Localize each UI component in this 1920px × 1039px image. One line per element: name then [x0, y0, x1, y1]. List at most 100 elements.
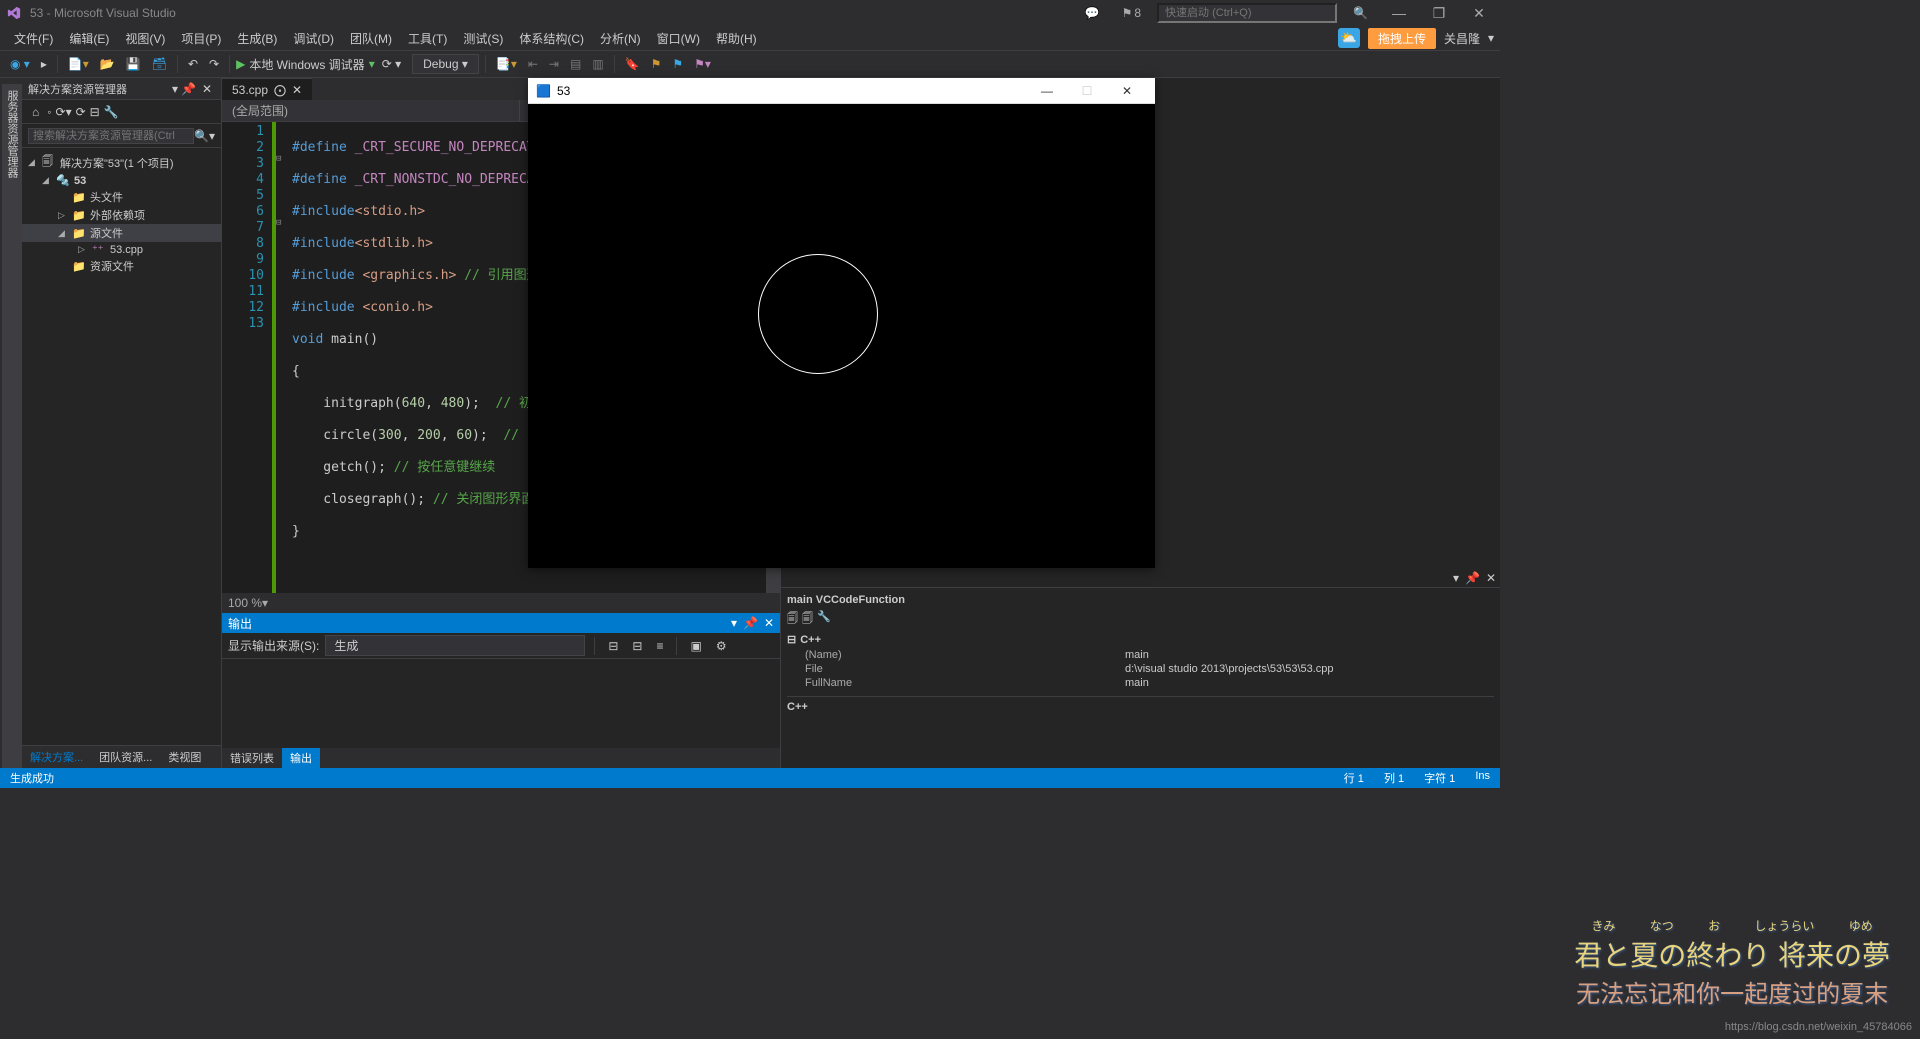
zoom-combo[interactable]: 100 %: [228, 596, 262, 610]
console-window[interactable]: 🟦 53 — ☐ ✕: [528, 78, 1155, 568]
output-wrap-icon[interactable]: ≡: [652, 637, 667, 655]
class-view-tab[interactable]: 类视图: [160, 746, 209, 768]
bookmark-button[interactable]: 🔖: [621, 55, 644, 73]
run-button[interactable]: ▶ 本地 Windows 调试器 ▾: [236, 56, 375, 73]
feedback-icon[interactable]: 💬: [1079, 4, 1106, 22]
solution-search-input[interactable]: [28, 128, 194, 144]
props-prop-icon[interactable]: 🔧: [817, 610, 831, 629]
uncomment-button[interactable]: ▥: [588, 55, 607, 73]
menu-project[interactable]: 项目(P): [173, 28, 229, 49]
console-close-button[interactable]: ✕: [1107, 84, 1147, 98]
close-button[interactable]: ✕: [1464, 5, 1494, 22]
config-combo[interactable]: Debug ▾: [412, 54, 479, 74]
props-dropdown-icon[interactable]: ▾: [1453, 571, 1459, 585]
props-row-name[interactable]: (Name)main: [787, 648, 1494, 662]
user-name[interactable]: 关昌隆: [1444, 30, 1480, 47]
properties-icon[interactable]: 🔧: [104, 105, 119, 119]
menu-team[interactable]: 团队(M): [342, 28, 400, 49]
save-all-button[interactable]: 🗃: [148, 55, 171, 73]
undo-button[interactable]: ↶: [184, 55, 202, 73]
menu-help[interactable]: 帮助(H): [708, 28, 765, 49]
upload-button[interactable]: 拖拽上传: [1368, 28, 1436, 49]
output-close-icon[interactable]: ✕: [764, 616, 774, 630]
props-row-fullname[interactable]: FullNamemain: [787, 676, 1494, 690]
solution-search-icon[interactable]: 🔍▾: [194, 129, 215, 143]
indent-out-button[interactable]: ⇤: [524, 55, 542, 73]
tree-resources[interactable]: 📁资源文件: [22, 257, 221, 275]
solution-tree[interactable]: ◢🗐解决方案"53"(1 个项目) ◢🔩53 📁头文件 ▷📁外部依赖项 ◢📁源文…: [22, 148, 221, 745]
bp-button-3[interactable]: ⚑▾: [690, 55, 715, 73]
menu-edit[interactable]: 编辑(E): [61, 28, 117, 49]
props-category-cpp[interactable]: ⊟C++: [787, 631, 1494, 648]
close-panel-icon[interactable]: ✕: [199, 82, 215, 96]
output-toggle-icon[interactable]: ⊟: [628, 637, 646, 655]
props-pin-icon[interactable]: 📌: [1465, 571, 1480, 585]
scope-combo[interactable]: (全局范围): [222, 100, 520, 121]
comment-button[interactable]: ▤: [566, 55, 585, 73]
menu-debug[interactable]: 调试(D): [285, 28, 342, 49]
team-tab[interactable]: 团队资源...: [91, 746, 160, 768]
notifications-icon[interactable]: ⚑8: [1116, 4, 1147, 22]
solution-tab[interactable]: 解决方案...: [22, 746, 91, 768]
close-tab-icon[interactable]: ✕: [292, 83, 302, 97]
save-button[interactable]: 💾: [122, 55, 145, 73]
output-source-combo[interactable]: 生成: [325, 635, 585, 656]
quick-launch-input[interactable]: [1157, 3, 1337, 23]
output-tab[interactable]: 输出: [282, 748, 320, 768]
tree-project[interactable]: ◢🔩53: [22, 173, 221, 188]
search-icon[interactable]: 🔍: [1347, 4, 1374, 22]
menu-build[interactable]: 生成(B): [229, 28, 285, 49]
menu-test[interactable]: 测试(S): [455, 28, 511, 49]
fold-column[interactable]: ⊟⊟: [276, 122, 288, 593]
sync-icon[interactable]: ⟳▾: [56, 105, 72, 119]
menu-file[interactable]: 文件(F): [6, 28, 61, 49]
home-icon[interactable]: ⌂: [28, 103, 43, 121]
props-cat-icon[interactable]: 🗐: [787, 610, 798, 629]
refresh-button[interactable]: ⟳ ▾: [378, 55, 405, 73]
new-project-button[interactable]: 📄▾: [64, 55, 93, 73]
user-dropdown-icon[interactable]: ▾: [1488, 31, 1494, 45]
tree-headers[interactable]: 📁头文件: [22, 188, 221, 206]
menu-arch[interactable]: 体系结构(C): [511, 28, 592, 49]
open-file-button[interactable]: 📂: [96, 55, 119, 73]
bp-button-1[interactable]: ⚑: [647, 55, 666, 73]
collapse-icon[interactable]: ⊟: [90, 105, 100, 119]
menu-tools[interactable]: 工具(T): [400, 28, 455, 49]
back-icon[interactable]: ◦: [47, 105, 51, 119]
props-row-file[interactable]: Filed:\visual studio 2013\projects\53\53…: [787, 662, 1494, 676]
minimize-button[interactable]: —: [1384, 5, 1414, 21]
tree-source-file[interactable]: ▷⁺⁺53.cpp: [22, 242, 221, 257]
console-maximize-button[interactable]: ☐: [1067, 84, 1107, 98]
step-button[interactable]: 📑▾: [492, 55, 521, 73]
output-cmd-icon[interactable]: ▣: [686, 637, 705, 655]
tree-solution-root[interactable]: ◢🗐解决方案"53"(1 个项目): [22, 152, 221, 173]
bp-button-2[interactable]: ⚑: [668, 55, 687, 73]
editor-tab-53cpp[interactable]: 53.cpp⨀✕: [222, 78, 312, 100]
props-close-icon[interactable]: ✕: [1486, 571, 1496, 585]
server-explorer-tab[interactable]: 服务器资源管理器: [2, 84, 22, 768]
output-panel: 输出 ▾ 📌 ✕ 显示输出来源(S): 生成 ⊟ ⊟ ≡ ▣ ⚙ 错误列表 输出: [222, 613, 780, 768]
refresh-solution-icon[interactable]: ⟳: [76, 105, 86, 119]
output-pin-icon[interactable]: 📌: [743, 616, 758, 630]
output-title: 输出: [228, 615, 731, 632]
output-body[interactable]: [222, 659, 780, 748]
tree-sources[interactable]: ◢📁源文件: [22, 224, 221, 242]
tree-external[interactable]: ▷📁外部依赖项: [22, 206, 221, 224]
menu-window[interactable]: 窗口(W): [649, 28, 708, 49]
restore-button[interactable]: ❐: [1424, 5, 1454, 22]
pin-tab-icon[interactable]: ⨀: [274, 83, 286, 97]
indent-in-button[interactable]: ⇥: [545, 55, 563, 73]
output-clear-icon[interactable]: ⊟: [604, 637, 622, 655]
menu-analyze[interactable]: 分析(N): [592, 28, 649, 49]
nav-fwd-button[interactable]: ▸: [37, 55, 51, 73]
redo-button[interactable]: ↷: [205, 55, 223, 73]
cloud-sync-icon[interactable]: ⛅: [1338, 28, 1360, 48]
console-minimize-button[interactable]: —: [1027, 84, 1067, 98]
error-list-tab[interactable]: 错误列表: [222, 748, 282, 768]
props-az-icon[interactable]: 🗐: [802, 610, 813, 629]
nav-back-button[interactable]: ◉ ▾: [6, 55, 34, 73]
output-dropdown-icon[interactable]: ▾: [731, 616, 737, 630]
output-opts-icon[interactable]: ⚙: [712, 637, 731, 655]
menu-view[interactable]: 视图(V): [117, 28, 173, 49]
pin-icon[interactable]: 📌: [178, 82, 199, 96]
